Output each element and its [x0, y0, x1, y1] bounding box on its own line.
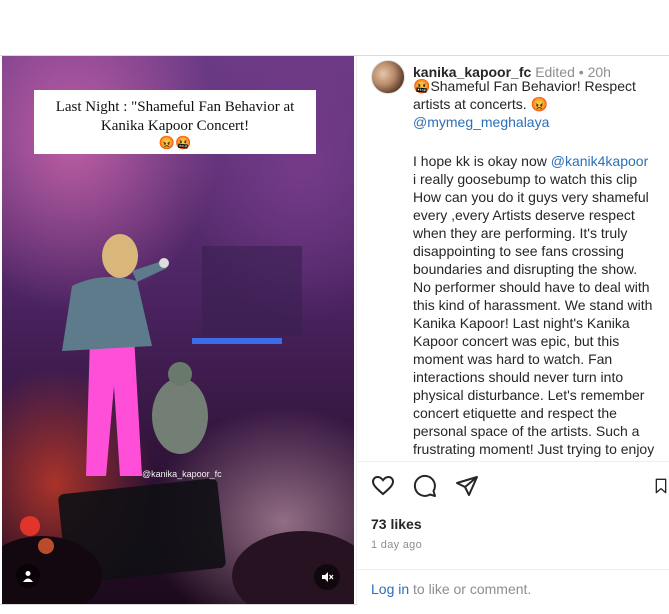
- post-video[interactable]: Last Night : "Shameful Fan Behavior at K…: [2, 56, 354, 604]
- mute-button[interactable]: [314, 564, 340, 590]
- likes-count[interactable]: 73 likes: [371, 516, 422, 532]
- avatar[interactable]: [371, 60, 405, 94]
- save-button[interactable]: [653, 472, 669, 500]
- share-button[interactable]: [453, 472, 481, 500]
- tagged-person-button[interactable]: [16, 564, 40, 588]
- login-link[interactable]: Log in: [371, 581, 409, 597]
- heart-icon: [371, 475, 395, 496]
- comment-text-start: I hope kk is okay now: [413, 153, 547, 169]
- caption-text: Shameful Fan Behavior! Respect artists a…: [413, 78, 636, 112]
- overlay-line1: Last Night : "Shameful Fan Behavior at: [55, 99, 295, 115]
- overlay-emoji: 😡🤬: [158, 135, 192, 150]
- video-caption-overlay: Last Night : "Shameful Fan Behavior at K…: [34, 90, 316, 154]
- caption-mention-link[interactable]: @mymeg_meghalaya: [413, 114, 549, 130]
- post-details-panel: kanika_kapoor_fc Edited • 20h 🤬Shameful …: [356, 56, 669, 605]
- video-watermark: @kanika_kapoor_fc: [142, 469, 222, 479]
- like-button[interactable]: [369, 472, 397, 500]
- comment-text: i really goosebump to watch this clip Ho…: [413, 171, 655, 457]
- post-caption: 🤬Shameful Fan Behavior! Respect artists …: [413, 77, 653, 131]
- comment-button[interactable]: [411, 472, 439, 500]
- caption-end-emoji: 😡: [530, 96, 548, 112]
- instagram-post: Last Night : "Shameful Fan Behavior at K…: [0, 55, 669, 605]
- caption-emoji: 🤬: [413, 78, 431, 94]
- caption-body: I hope kk is okay now @kanik4kapoor i re…: [413, 152, 655, 458]
- save-icon: [655, 478, 667, 494]
- post-date[interactable]: 1 day ago: [371, 539, 422, 551]
- login-prompt-text: to like or comment.: [413, 581, 532, 597]
- overlay-line2: Kanika Kapoor Concert!: [100, 118, 250, 134]
- person-icon: [23, 571, 33, 582]
- comment-icon: [413, 474, 436, 497]
- login-prompt: Log in to like or comment.: [357, 569, 669, 605]
- mute-icon: [322, 572, 334, 582]
- post-actions: 73 likes 1 day ago Log in to like or com…: [357, 461, 669, 605]
- comment-mention-link[interactable]: @kanik4kapoor: [551, 153, 649, 169]
- share-icon: [456, 476, 478, 496]
